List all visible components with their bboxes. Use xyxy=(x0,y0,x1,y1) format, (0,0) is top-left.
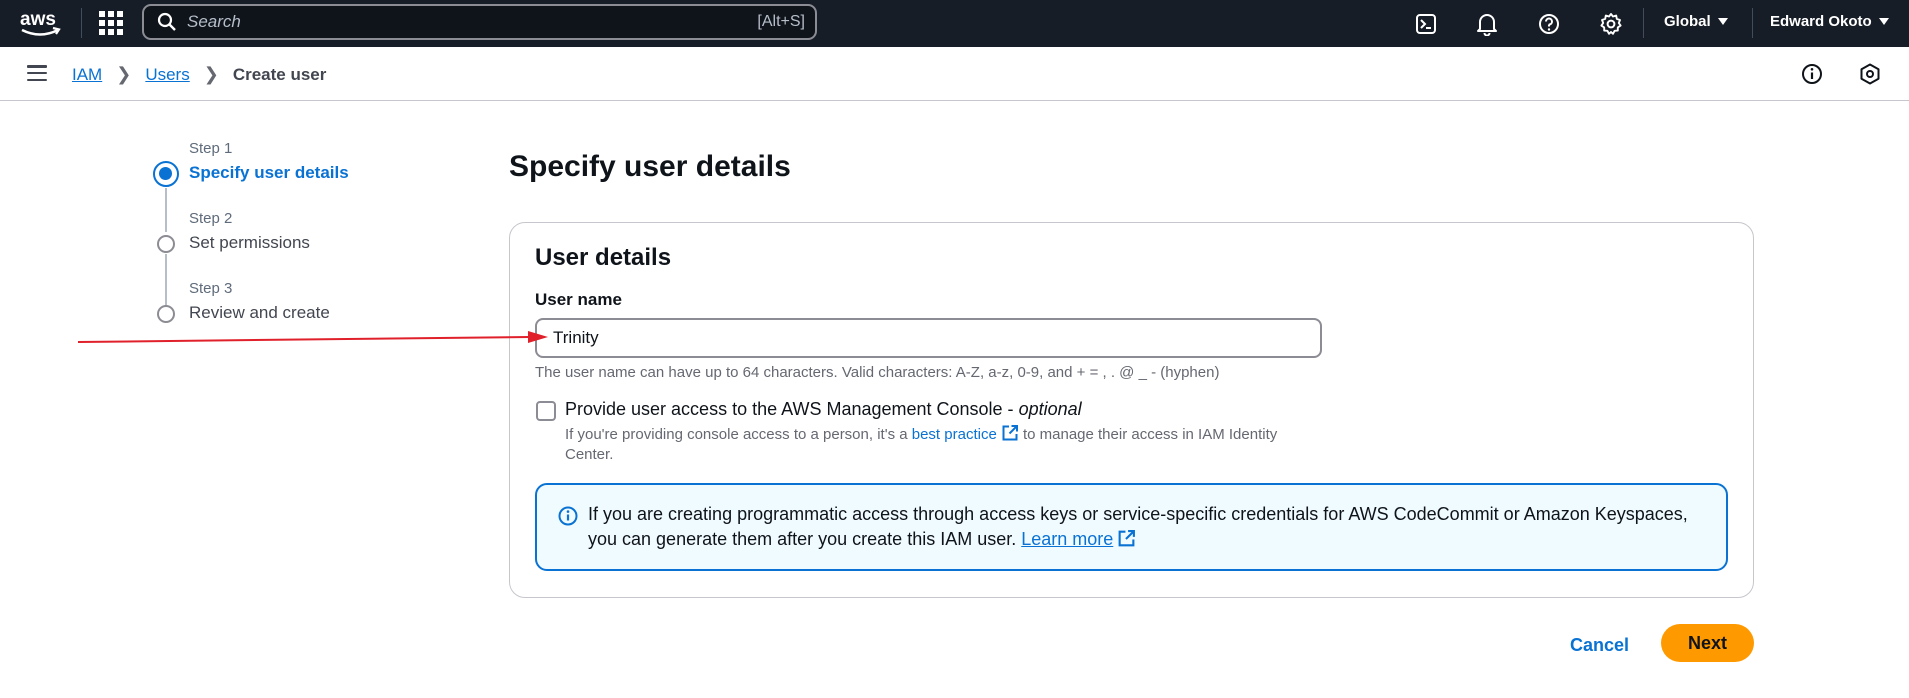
notifications-hexagon-icon[interactable] xyxy=(1858,62,1882,86)
search-icon xyxy=(157,12,176,31)
console-access-checkbox[interactable] xyxy=(536,401,556,421)
step-1-indicator xyxy=(153,161,179,187)
caret-down-icon xyxy=(1878,18,1889,25)
bell-icon[interactable] xyxy=(1474,11,1500,37)
search-bar[interactable]: [Alt+S] xyxy=(142,4,817,40)
learn-more-link[interactable]: Learn more xyxy=(1021,529,1113,549)
nav-divider xyxy=(81,8,82,38)
menu-icon[interactable] xyxy=(27,65,47,82)
console-desc-before: If you're providing console access to a … xyxy=(565,426,912,443)
optional-text: optional xyxy=(1018,399,1082,419)
account-label: Edward Okoto xyxy=(1770,13,1872,30)
aws-logo[interactable]: aws xyxy=(18,6,64,40)
top-navigation: aws [Alt+S] xyxy=(0,0,1909,47)
chevron-right-icon: ❯ xyxy=(116,64,132,84)
step-3-indicator xyxy=(157,305,175,323)
breadcrumb-users[interactable]: Users xyxy=(145,65,189,85)
breadcrumb-iam[interactable]: IAM xyxy=(72,65,102,85)
annotation-arrow-shaft xyxy=(77,336,531,343)
step-2-title: Set permissions xyxy=(189,233,310,252)
step-1-label: Step 1 xyxy=(189,140,233,157)
help-icon[interactable] xyxy=(1536,11,1562,37)
user-name-hint: The user name can have up to 64 characte… xyxy=(535,364,1220,381)
breadcrumb-current: Create user xyxy=(232,64,327,84)
external-link-icon[interactable] xyxy=(1117,529,1136,548)
best-practice-link[interactable]: best practice xyxy=(912,426,997,443)
region-menu[interactable]: Global xyxy=(1664,13,1728,30)
external-link-icon[interactable] xyxy=(1001,424,1019,442)
step-3-label: Step 3 xyxy=(189,280,233,297)
search-input[interactable] xyxy=(187,12,707,32)
user-name-label: User name xyxy=(535,290,622,309)
aws-logo-text: aws xyxy=(20,9,56,30)
cloudshell-icon[interactable] xyxy=(1413,11,1439,37)
step-3-title: Review and create xyxy=(189,303,330,322)
breadcrumb-bar: IAM ❯ Users ❯ Create user xyxy=(0,47,1909,101)
user-name-input[interactable] xyxy=(535,318,1322,358)
panel-title: User details xyxy=(535,244,672,271)
page-title: Specify user details xyxy=(509,150,791,183)
console-access-label[interactable]: Provide user access to the AWS Managemen… xyxy=(565,399,1082,420)
breadcrumb: IAM ❯ Users ❯ Create user xyxy=(72,64,326,85)
alert-message: If you are creating programmatic access … xyxy=(588,504,1688,549)
region-label: Global xyxy=(1664,13,1711,30)
search-shortcut: [Alt+S] xyxy=(757,13,805,30)
chevron-right-icon: ❯ xyxy=(203,64,219,84)
nav-divider xyxy=(1752,8,1753,38)
step-2-indicator xyxy=(157,235,175,253)
settings-icon[interactable] xyxy=(1598,11,1624,37)
cancel-button[interactable]: Cancel xyxy=(1565,627,1634,663)
console-access-label-text: Provide user access to the AWS Managemen… xyxy=(565,399,1019,419)
step-connector xyxy=(165,188,167,232)
nav-divider xyxy=(1643,8,1644,38)
info-alert: If you are creating programmatic access … xyxy=(535,483,1728,571)
step-connector xyxy=(165,254,167,307)
step-2-label: Step 2 xyxy=(189,210,233,227)
alert-text: If you are creating programmatic access … xyxy=(588,502,1698,552)
caret-down-icon xyxy=(1717,18,1728,25)
account-menu[interactable]: Edward Okoto xyxy=(1770,13,1889,30)
next-button[interactable]: Next xyxy=(1661,624,1754,662)
console-access-description: If you're providing console access to a … xyxy=(565,424,1325,465)
info-icon[interactable] xyxy=(1800,62,1824,86)
step-1-title[interactable]: Specify user details xyxy=(189,163,349,183)
info-icon xyxy=(558,506,578,526)
services-menu-icon[interactable] xyxy=(99,11,123,35)
